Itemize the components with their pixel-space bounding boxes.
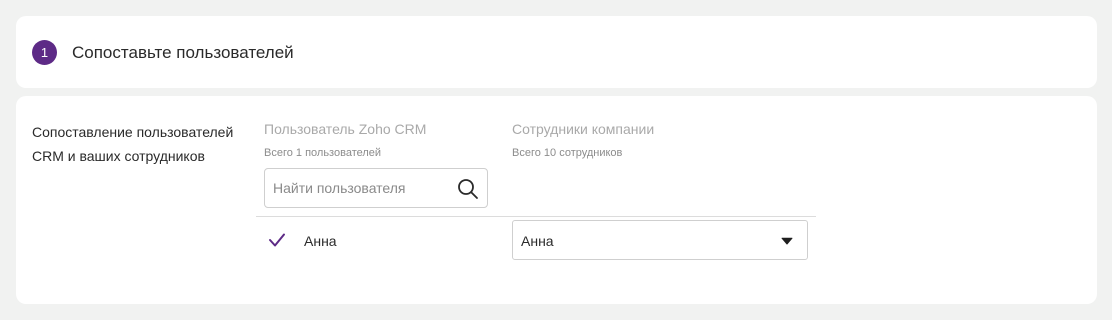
table-divider	[256, 216, 816, 217]
crm-user-name: Анна	[304, 233, 337, 249]
employee-column-header: Сотрудники компании	[512, 121, 655, 137]
step-header-card: 1 Сопоставьте пользователей	[16, 16, 1097, 88]
user-mapping-card: Сопоставление пользователей CRM и ваших …	[16, 96, 1097, 304]
step-number-badge: 1	[32, 40, 57, 65]
user-search-field[interactable]	[264, 168, 488, 208]
check-icon[interactable]	[267, 230, 287, 250]
crm-user-column-header: Пользователь Zoho CRM	[264, 121, 427, 137]
employee-select[interactable]: Анна	[512, 220, 808, 260]
mapping-description: Сопоставление пользователей CRM и ваших …	[32, 124, 234, 164]
search-input[interactable]	[273, 169, 449, 207]
caret-down-icon[interactable]	[781, 237, 793, 245]
search-icon[interactable]	[457, 178, 479, 200]
crm-user-count: Всего 1 пользователей	[264, 147, 382, 159]
employee-count: Всего 10 сотрудников	[512, 147, 623, 159]
step-title: Сопоставьте пользователей	[72, 43, 294, 62]
employee-select-value: Анна	[521, 233, 554, 249]
